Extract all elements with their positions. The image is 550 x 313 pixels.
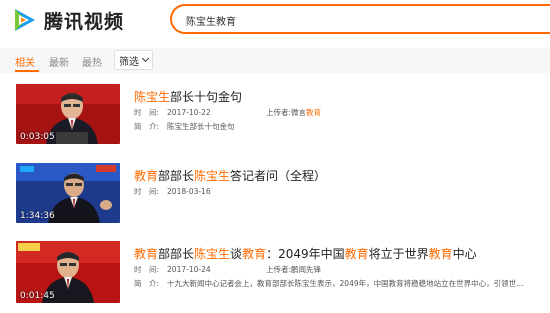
title-segment: 教育	[134, 169, 159, 183]
intro-label: 简 介:	[134, 279, 160, 288]
logo-text: 腾讯视频	[44, 10, 125, 33]
tab-related[interactable]: 相关	[15, 54, 35, 69]
video-thumbnail[interactable]: 0:01:45	[16, 241, 120, 303]
header: 腾讯视频	[0, 0, 550, 40]
video-uploader: 上传者:鹏闻先锋	[266, 264, 321, 275]
video-uploader: 上传者:微言教育	[266, 107, 321, 118]
video-title[interactable]: 教育部部长陈宝生谈教育：2049年中国教育将立于世界教育中心	[134, 245, 477, 262]
title-segment: ：2049年中国	[266, 247, 345, 261]
intro-value: 陈宝生部长十句金句	[167, 122, 235, 131]
uploader-name[interactable]: 鹏闻先锋	[291, 265, 321, 274]
list-item[interactable]: 1:34:36 教育部部长陈宝生答记者问（全程） 时 间: 2018-03-16	[0, 163, 550, 227]
video-date: 时 间: 2017-10-22	[134, 107, 211, 118]
list-item[interactable]: 0:03:05 陈宝生部长十句金句 时 间: 2017-10-22 上传者:微言教…	[0, 84, 550, 148]
video-thumbnail[interactable]: 0:03:05	[16, 84, 120, 144]
title-segment: 将立于世界	[368, 247, 429, 261]
filter-tabs: 相关 最新 最热 筛选	[0, 48, 550, 73]
video-duration: 0:03:05	[20, 132, 55, 142]
uploader-name[interactable]: 微言	[291, 108, 306, 117]
title-segment: 陈宝生	[134, 90, 171, 104]
logo[interactable]: 腾讯视频	[12, 6, 142, 34]
time-value: 2018-03-16	[167, 187, 211, 196]
tencent-video-logo-icon	[12, 7, 38, 33]
video-title[interactable]: 陈宝生部长十句金句	[134, 88, 242, 105]
title-segment: 陈宝生	[194, 169, 231, 183]
title-segment: 中心	[452, 247, 477, 261]
video-duration: 1:34:36	[20, 211, 55, 221]
video-date: 时 间: 2018-03-16	[134, 186, 211, 197]
video-title[interactable]: 教育部部长陈宝生答记者问（全程）	[134, 167, 326, 184]
title-segment: 教育	[344, 247, 369, 261]
search-input[interactable]	[186, 12, 526, 28]
title-segment: 谈	[230, 247, 243, 261]
filter-dropdown[interactable]: 筛选	[114, 50, 153, 70]
video-thumbnail[interactable]: 1:34:36	[16, 163, 120, 223]
intro-value: 十九大新闻中心记者会上，教育部部长陈宝生表示，2049年，中国教育将稳稳地站立在…	[167, 279, 524, 288]
time-label: 时 间:	[134, 265, 160, 274]
uploader-label: 上传者:	[266, 265, 292, 274]
title-segment: 教育	[134, 247, 159, 261]
time-value: 2017-10-22	[167, 108, 211, 117]
chevron-down-icon	[141, 54, 150, 63]
filter-label: 筛选	[119, 56, 139, 68]
time-label: 时 间:	[134, 108, 160, 117]
video-intro: 简 介: 十九大新闻中心记者会上，教育部部长陈宝生表示，2049年，中国教育将稳稳…	[134, 278, 534, 289]
title-segment: 部长十句金句	[170, 90, 243, 104]
title-segment: 教育	[428, 247, 453, 261]
uploader-label: 上传者:	[266, 108, 292, 117]
tab-hottest[interactable]: 最热	[82, 54, 102, 69]
title-segment: 部部长	[158, 247, 195, 261]
list-item[interactable]: 0:01:45 教育部部长陈宝生谈教育：2049年中国教育将立于世界教育中心 时…	[0, 241, 550, 305]
video-duration: 0:01:45	[20, 291, 55, 301]
active-tab-indicator	[15, 70, 39, 72]
video-intro: 简 介: 陈宝生部长十句金句	[134, 121, 235, 132]
uploader-name-highlight[interactable]: 教育	[306, 108, 321, 117]
search-box[interactable]	[170, 4, 550, 34]
title-segment: 答记者问（全程）	[230, 169, 327, 183]
tab-latest[interactable]: 最新	[49, 54, 69, 69]
title-segment: 部部长	[158, 169, 195, 183]
time-label: 时 间:	[134, 187, 160, 196]
video-date: 时 间: 2017-10-24	[134, 264, 211, 275]
intro-label: 简 介:	[134, 122, 160, 131]
time-value: 2017-10-24	[167, 265, 211, 274]
title-segment: 陈宝生	[194, 247, 231, 261]
title-segment: 教育	[242, 247, 267, 261]
